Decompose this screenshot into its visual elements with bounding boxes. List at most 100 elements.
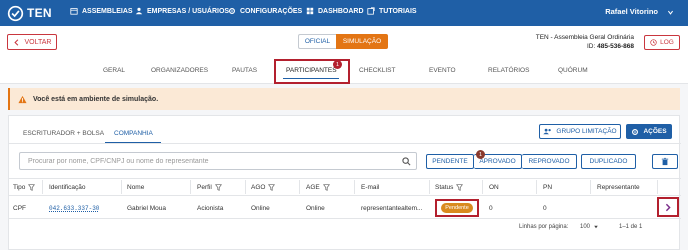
filter-badge: 1 — [476, 150, 485, 159]
user-menu[interactable]: Rafael Vitorino — [605, 7, 658, 16]
column-status-label: Status — [435, 184, 454, 191]
filter-pendente-button[interactable]: PENDENTE — [426, 154, 474, 169]
search-input[interactable] — [20, 153, 398, 169]
gear-icon — [632, 128, 639, 135]
group-limit-button[interactable]: GRUPO LIMITAÇÃO — [539, 124, 621, 139]
tab-relatorios[interactable]: RELATÓRIOS — [488, 67, 529, 74]
users-icon — [135, 7, 143, 15]
filter-icon[interactable] — [268, 184, 276, 191]
column-separator — [121, 180, 122, 194]
column-separator — [245, 180, 246, 194]
external-link-icon — [367, 7, 375, 15]
user-name: Rafael Vitorino — [605, 7, 658, 16]
actions-button[interactable]: AÇÕES — [626, 124, 672, 139]
column-separator — [482, 180, 483, 194]
nav-tutoriais[interactable]: TUTORIAIS — [367, 7, 417, 15]
sub-tab-companhia[interactable]: COMPANHIA — [114, 130, 153, 137]
tab-quorum[interactable]: QUÓRUM — [558, 67, 588, 74]
nav-dashboard-label: DASHBOARD — [318, 7, 364, 15]
meeting-id-label: ID: — [587, 43, 596, 50]
logo[interactable]: TEN — [7, 4, 52, 22]
alert-text: Você está em ambiente de simulação. — [33, 95, 159, 103]
filter-icon[interactable] — [322, 184, 330, 191]
column-header-age[interactable]: AGE — [306, 184, 330, 191]
gears-icon — [229, 8, 235, 14]
rows-per-page-select[interactable]: 100 — [580, 224, 599, 230]
participants-card: ESCRITURADOR + BOLSA COMPANHIA GRUPO LIM… — [8, 115, 681, 250]
nav-assembleias[interactable]: ASSEMBLEIAS — [70, 7, 133, 15]
table-header-top-border — [9, 178, 681, 179]
nav-empresas-usuarios-label: EMPRESAS / USUÁRIOS — [147, 7, 230, 15]
nav-configuracoes-label: CONFIGURAÇÕES — [240, 7, 303, 15]
group-limit-label: GRUPO LIMITAÇÃO — [556, 128, 617, 135]
group-icon — [543, 128, 552, 135]
meeting-id-value: 485-536-868 — [597, 43, 634, 50]
column-header-perfil[interactable]: Perfil — [197, 184, 222, 191]
meeting-title: TEN - Assembleia Geral Ordinária — [535, 34, 634, 41]
mode-simulacao-button[interactable]: SIMULAÇÃO — [336, 34, 388, 49]
delete-button[interactable] — [652, 154, 678, 169]
log-button-label: LOG — [660, 39, 674, 46]
search-icon[interactable] — [402, 157, 411, 166]
nav-tutoriais-label: TUTORIAIS — [379, 7, 417, 15]
status-badge[interactable]: Pendente — [441, 203, 473, 213]
filter-icon[interactable] — [456, 184, 464, 191]
calendar-icon — [70, 8, 78, 15]
column-header-status[interactable]: Status — [435, 184, 464, 191]
chevron-down-icon[interactable] — [667, 9, 674, 16]
warning-icon — [18, 95, 27, 103]
row-detail-button[interactable] — [657, 197, 679, 217]
actions-label: AÇÕES — [643, 128, 667, 135]
cell-tipo: CPF — [13, 205, 26, 212]
sub-tab-divider — [9, 143, 681, 144]
history-icon — [650, 39, 657, 46]
tab-geral[interactable]: GERAL — [103, 67, 125, 74]
column-header-nome: Nome — [127, 184, 145, 191]
cell-on: 0 — [489, 205, 493, 212]
cell-age: Online — [306, 205, 325, 212]
rows-per-page-value: 100 — [580, 224, 591, 230]
cell-identificacao-link[interactable]: 042.633.337-30 — [49, 205, 99, 212]
column-ago-label: AGO — [251, 184, 266, 191]
cell-ago: Online — [251, 205, 270, 212]
chevron-right-icon — [665, 203, 671, 211]
sub-tab-escriturador[interactable]: ESCRITURADOR + BOLSA — [23, 130, 104, 137]
meeting-info: TEN - Assembleia Geral Ordinária ID: 485… — [536, 33, 634, 51]
column-separator — [590, 180, 591, 194]
column-header-representante: Representante — [597, 184, 640, 191]
column-separator — [299, 180, 300, 194]
tab-checklist[interactable]: CHECKLIST — [359, 67, 395, 74]
meeting-id: ID: 485-536-868 — [536, 42, 634, 51]
nav-configuracoes[interactable]: CONFIGURAÇÕES — [228, 7, 302, 15]
filter-icon[interactable] — [28, 184, 36, 191]
cell-status-highlight: Pendente — [435, 199, 479, 217]
filter-reprovado-button[interactable]: REPROVADO — [522, 154, 577, 169]
nav-empresas-usuarios[interactable]: EMPRESAS / USUÁRIOS — [135, 7, 229, 15]
rows-per-page-label: Linhas por página: — [519, 224, 569, 230]
filter-duplicado-button[interactable]: DUPLICADO — [581, 154, 636, 169]
table-header-bottom-border — [9, 195, 681, 196]
simulation-alert: Você está em ambiente de simulação. — [8, 88, 680, 110]
tab-pautas[interactable]: PAUTAS — [232, 67, 257, 74]
table-row-border — [9, 218, 681, 219]
column-header-ago[interactable]: AGO — [251, 184, 276, 191]
filter-icon[interactable] — [214, 184, 222, 191]
nav-dashboard[interactable]: DASHBOARD — [306, 7, 364, 15]
mode-oficial-button[interactable]: OFICIAL — [298, 34, 336, 49]
nav-assembleias-label: ASSEMBLEIAS — [82, 7, 133, 15]
cell-pn: 0 — [543, 205, 547, 212]
back-button-label: VOLTAR — [24, 38, 52, 46]
column-header-tipo[interactable]: Tipo — [13, 184, 36, 191]
ten-logo-icon — [7, 5, 24, 21]
tab-participantes-badge: 1 — [333, 60, 342, 69]
column-tipo-label: Tipo — [13, 184, 26, 191]
column-separator — [536, 180, 537, 194]
log-button[interactable]: LOG — [644, 35, 680, 50]
chevron-left-icon — [13, 38, 18, 46]
tab-organizadores[interactable]: ORGANIZADORES — [151, 67, 208, 74]
top-navigation-bar: TEN ASSEMBLEIAS EMPRESAS / USUÁRIOS CONF… — [0, 0, 688, 26]
tab-evento[interactable]: EVENTO — [429, 67, 456, 74]
pagination-range: 1–1 de 1 — [619, 224, 643, 230]
back-button[interactable]: VOLTAR — [7, 34, 57, 50]
column-separator — [429, 180, 430, 194]
